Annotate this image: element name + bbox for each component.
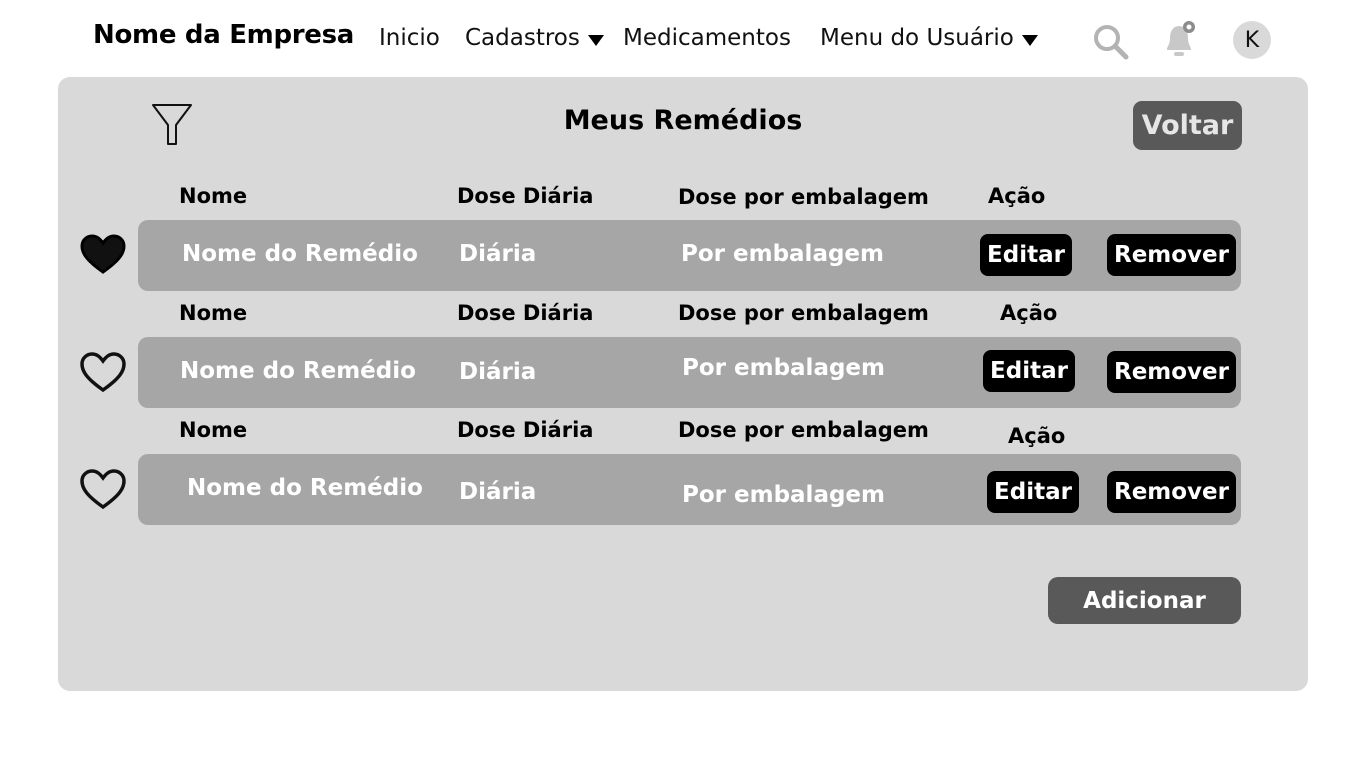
remove-button-label: Remover [1113,479,1229,505]
add-button[interactable]: Adicionar [1048,577,1241,624]
row-per-pack: Por embalagem [682,482,885,508]
column-header-action: Ação [988,184,1046,208]
remove-button[interactable]: Remover [1107,471,1236,513]
nav-medicamentos[interactable]: Medicamentos [623,25,791,51]
heart-outline-icon[interactable] [80,469,126,515]
nav-inicio-label: Inicio [379,25,440,51]
nav-inicio[interactable]: Inicio [379,25,440,51]
heart-outline-icon[interactable] [80,352,126,398]
column-header-daily: Dose Diária [457,301,594,325]
back-button-label: Voltar [1141,110,1234,141]
column-header-daily: Dose Diária [457,418,594,442]
column-header-name: Nome [179,184,248,208]
remove-button[interactable]: Remover [1107,351,1236,393]
medications-panel: Meus Remédios Voltar Nome Dose Diária Do… [58,77,1308,691]
nav-menu-usuario-label: Menu do Usuário [820,25,1014,51]
avatar[interactable]: K [1233,21,1271,59]
edit-button-label: Editar [990,358,1068,384]
remove-button-label: Remover [1113,359,1229,385]
column-header-action: Ação [1000,301,1058,325]
row-per-pack: Por embalagem [682,355,885,381]
edit-button[interactable]: Editar [983,350,1075,392]
caret-down-icon [587,34,604,46]
row-name: Nome do Remédio [180,358,416,384]
table-row: Nome do Remédio Diária Por embalagem Edi… [138,454,1241,525]
search-icon[interactable] [1090,21,1130,61]
brand-name[interactable]: Nome da Empresa [93,20,354,50]
edit-button[interactable]: Editar [987,471,1079,513]
heart-filled-icon[interactable] [80,234,126,280]
column-header-daily: Dose Diária [457,184,594,208]
row-daily: Diária [459,241,537,267]
column-header-per-pack: Dose por embalagem [678,301,929,325]
page-title: Meus Remédios [563,105,803,136]
column-header-action: Ação [1008,424,1066,448]
nav-cadastros-label: Cadastros [465,25,580,51]
column-header-name: Nome [179,301,248,325]
bell-icon[interactable] [1159,18,1199,60]
column-header-name: Nome [179,418,248,442]
row-daily: Diária [459,479,537,505]
caret-down-icon [1021,34,1038,46]
row-name: Nome do Remédio [187,475,423,501]
edit-button-label: Editar [994,479,1072,505]
remove-button[interactable]: Remover [1107,234,1236,276]
edit-button[interactable]: Editar [980,234,1072,276]
nav-menu-usuario[interactable]: Menu do Usuário [820,25,1038,51]
avatar-letter: K [1244,27,1260,53]
column-header-per-pack: Dose por embalagem [678,418,929,442]
row-per-pack: Por embalagem [681,241,884,267]
back-button[interactable]: Voltar [1133,101,1242,150]
row-daily: Diária [459,359,537,385]
table-row: Nome do Remédio Diária Por embalagem Edi… [138,220,1241,291]
edit-button-label: Editar [987,242,1065,268]
table-row: Nome do Remédio Diária Por embalagem Edi… [138,337,1241,408]
nav-cadastros[interactable]: Cadastros [465,25,604,51]
nav-medicamentos-label: Medicamentos [623,25,791,51]
column-header-per-pack: Dose por embalagem [678,185,929,209]
add-button-label: Adicionar [1083,587,1206,614]
remove-button-label: Remover [1113,242,1229,268]
row-name: Nome do Remédio [182,241,418,267]
